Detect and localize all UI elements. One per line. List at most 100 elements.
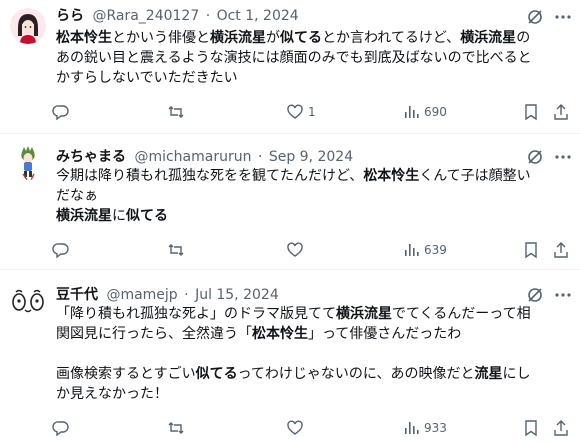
tweet-text-line: 関図見に行ったら、全然違う「松本怜生」って俳優さんだったわ [56, 324, 568, 344]
reply-icon [52, 421, 69, 437]
grok-icon[interactable] [526, 8, 544, 26]
highlighted-keyword: 流星 [474, 366, 503, 382]
heart-icon [287, 420, 303, 435]
views-button[interactable]: 639 [402, 240, 447, 260]
tweet-feed: らら @Rara_240127 · Oct 1, 2024 松本怜生とかいう俳優… [0, 0, 580, 442]
bookmark-icon [525, 420, 537, 437]
avatar-chibi-icon [10, 144, 46, 180]
repost-button[interactable] [167, 102, 189, 122]
bookmark-icon [525, 242, 537, 259]
display-name[interactable]: みちゃまる [56, 149, 126, 165]
separator: · [205, 8, 211, 24]
views-icon [405, 422, 419, 434]
tweet-text-line: か見えなかった！ [56, 384, 568, 404]
views-button[interactable]: 933 [402, 418, 447, 438]
views-count: 690 [424, 105, 447, 119]
views-count: 933 [424, 421, 447, 435]
timestamp[interactable]: Oct 1, 2024 [217, 8, 299, 24]
text-run: かすらしないでいただきたい [56, 70, 238, 86]
highlighted-keyword: 松本怜生 [56, 30, 112, 46]
text-run: か見えなかった！ [56, 386, 168, 402]
tweet-header: みちゃまる @michamarurun · Sep 9, 2024 [56, 148, 528, 166]
like-button[interactable]: 1 [286, 102, 316, 122]
highlighted-keyword: 松本怜生 [252, 326, 308, 342]
avatar[interactable] [10, 284, 46, 320]
share-icon [554, 242, 568, 258]
tweet[interactable]: みちゃまる @michamarurun · Sep 9, 2024 今期は降り積… [0, 134, 580, 270]
avatar-mame-icon [10, 284, 46, 320]
avatar[interactable] [10, 144, 46, 180]
text-run: だなぁ [56, 188, 98, 204]
text-run: くんて子は顔整い [419, 168, 531, 184]
tweet-text-line: 画像検索するとすごい似てるってわけじゃないのに、あの映像だと流星にし [56, 364, 568, 384]
text-run: 今期は降り積もれ孤独な死をを観てたんだけど、 [56, 168, 364, 184]
display-name[interactable]: 豆千代 [56, 287, 98, 303]
reply-button[interactable] [52, 102, 74, 122]
handle[interactable]: @Rara_240127 [92, 8, 199, 24]
highlighted-keyword: 似てる [195, 366, 238, 382]
bookmark-button[interactable] [522, 240, 540, 260]
bookmark-button[interactable] [522, 418, 540, 438]
text-run: でてくるんだーって相 [392, 306, 531, 322]
tweet-text: 「降り積もれ孤独な死よ」のドラマ版見てて横浜流星でてくるんだーって相 関図見に行っ… [56, 304, 568, 404]
text-run: に [112, 208, 126, 224]
highlighted-keyword: 松本怜生 [363, 168, 420, 184]
highlighted-keyword: 横浜流星 [210, 30, 266, 46]
bookmark-icon [525, 104, 537, 121]
tweet-header: 豆千代 @mamejp · Jul 15, 2024 [56, 286, 528, 304]
text-run: 「降り積もれ孤独な死よ」のドラマ版見てて [56, 306, 336, 322]
more-icon[interactable] [554, 10, 572, 24]
separator: · [257, 149, 263, 165]
repost-icon [168, 106, 184, 118]
highlighted-keyword: 横浜流星 [460, 30, 517, 46]
share-button[interactable] [552, 102, 570, 122]
grok-icon[interactable] [526, 286, 544, 304]
reply-icon [52, 105, 69, 121]
tweet-text-line: だなぁ [56, 186, 568, 206]
highlighted-keyword: 似てる [280, 30, 322, 46]
more-icon[interactable] [554, 288, 572, 302]
grok-icon[interactable] [526, 148, 544, 166]
reply-button[interactable] [52, 240, 74, 260]
share-icon [554, 104, 568, 120]
repost-button[interactable] [167, 418, 189, 438]
reply-button[interactable] [52, 418, 74, 438]
tweet[interactable]: 豆千代 @mamejp · Jul 15, 2024 「降り積もれ孤独な死よ」の… [0, 270, 580, 442]
like-button[interactable] [286, 240, 308, 260]
text-run: あの鋭い目と震えるような演技には顔面のみでも到底及ばないので比べると [56, 50, 532, 66]
highlighted-keyword: 似てる [126, 208, 168, 224]
like-button[interactable] [286, 418, 308, 438]
display-name[interactable]: らら [56, 8, 84, 24]
text-run: 」って俳優さんだったわ [308, 326, 462, 342]
text-run: の [516, 30, 531, 46]
tweet-text-line [56, 344, 568, 364]
views-button[interactable]: 690 [402, 102, 447, 122]
heart-icon [287, 104, 303, 119]
heart-icon [287, 242, 303, 257]
bookmark-button[interactable] [522, 102, 540, 122]
reply-icon [52, 243, 69, 259]
handle[interactable]: @michamarurun [134, 149, 251, 165]
share-button[interactable] [552, 240, 570, 260]
highlighted-keyword: 横浜流星 [56, 208, 112, 224]
tweet-text-line: 横浜流星に似てる [56, 206, 568, 226]
timestamp[interactable]: Sep 9, 2024 [269, 149, 353, 165]
timestamp[interactable]: Jul 15, 2024 [195, 287, 279, 303]
text-run: 画像検索するとすごい [56, 366, 196, 382]
text-run: 関図見に行ったら、全然違う「 [56, 326, 252, 342]
share-button[interactable] [552, 418, 570, 438]
tweet-text-line: 「降り積もれ孤独な死よ」のドラマ版見てて横浜流星でてくるんだーって相 [56, 304, 568, 324]
separator: · [184, 287, 189, 303]
tweet[interactable]: らら @Rara_240127 · Oct 1, 2024 松本怜生とかいう俳優… [0, 0, 580, 134]
avatar[interactable] [10, 8, 46, 44]
repost-button[interactable] [167, 240, 189, 260]
views-icon [405, 106, 419, 118]
handle[interactable]: @mamejp [106, 287, 177, 303]
tweet-text-line: 今期は降り積もれ孤独な死をを観てたんだけど、松本怜生くんて子は顔整い [56, 166, 568, 186]
repost-icon [168, 244, 184, 256]
tweet-text-line: あの鋭い目と震えるような演技には顔面のみでも到底及ばないので比べると [56, 48, 568, 68]
tweet-text: 今期は降り積もれ孤独な死をを観てたんだけど、松本怜生くんて子は顔整いだなぁ横浜流… [56, 166, 568, 226]
views-count: 639 [424, 243, 447, 257]
tweet-text: 松本怜生とかいう俳優と横浜流星が似てるとか言われてるけど、横浜流星の あの鋭い目と… [56, 28, 568, 88]
more-icon[interactable] [554, 150, 572, 164]
